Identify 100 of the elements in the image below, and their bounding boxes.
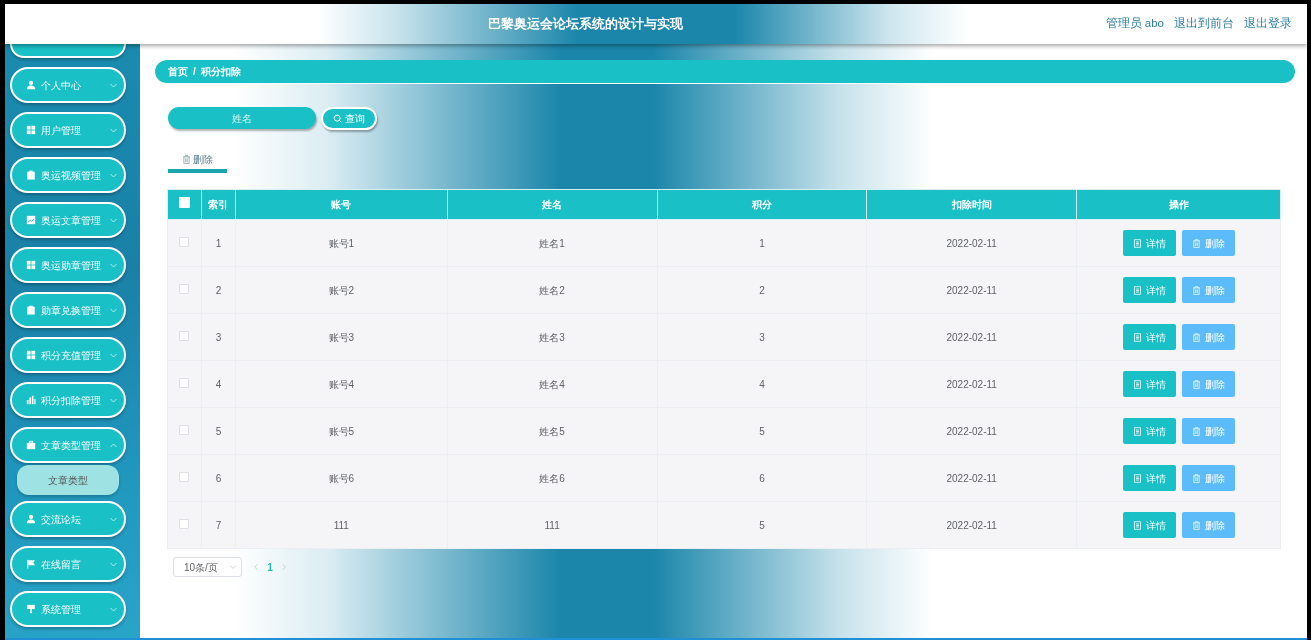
stamp-icon [26,604,36,614]
menu-item[interactable]: 交流论坛 [10,501,126,537]
row-checkbox[interactable] [179,283,190,294]
user-name: 管理员 abo [1105,16,1164,32]
table-cell: 111 [447,501,657,549]
submenu-item[interactable]: 文章类型 [17,465,119,495]
details-button[interactable]: 详情 [1122,465,1176,491]
delete-button[interactable]: 删除 [1181,277,1235,303]
menu-item[interactable]: 积分扣除管理 [10,382,126,418]
document-icon [1132,332,1142,342]
search-button[interactable]: 查询 [321,107,377,130]
row-checkbox[interactable] [179,236,190,247]
menu-item[interactable]: 在线留言 [10,546,126,582]
menu-item[interactable]: 奥运勋章管理 [10,247,126,283]
clipboard-icon [26,170,36,180]
document-icon [1132,238,1142,248]
table-cell: 4 [657,360,867,408]
chevron-left-icon [252,563,260,571]
grid-icon [26,125,36,135]
column-header: 姓名 [447,189,657,220]
table-cell: 账号5 [235,407,448,455]
table-cell: 1 [657,219,867,267]
table-cell: 姓名3 [447,313,657,361]
trash-icon [1191,285,1201,295]
details-button[interactable]: 详情 [1122,324,1176,350]
details-button[interactable]: 详情 [1122,418,1176,444]
menu-item[interactable] [10,44,126,58]
menu-item[interactable]: 勋章兑换管理 [10,292,126,328]
breadcrumb-separator: / [193,65,196,79]
trash-icon [1191,332,1201,342]
trash-icon [1191,473,1201,483]
select-all-checkbox[interactable] [179,197,190,208]
header-link[interactable]: 退出登录 [1244,15,1292,33]
table-cell: 5 [657,501,867,549]
menu-item[interactable]: 积分充值管理 [10,337,126,373]
breadcrumb-item[interactable]: 首页 [168,64,188,79]
menu-item[interactable]: 用户管理 [10,112,126,148]
caret-icon [229,563,237,571]
column-header: 账号 [235,189,448,220]
trash-icon [181,154,191,164]
table-cell: 1 [201,219,236,267]
details-button[interactable]: 详情 [1122,512,1176,538]
delete-button[interactable]: 删除 [1181,465,1235,491]
details-button[interactable]: 详情 [1122,371,1176,397]
clipboard-icon [26,305,36,315]
table-cell: 账号1 [235,219,448,267]
table-cell: 姓名5 [447,407,657,455]
row-checkbox[interactable] [179,518,190,529]
document-icon [1132,285,1142,295]
trash-icon [1191,379,1201,389]
breadcrumb-item: 积分扣除 [200,65,241,79]
delete-button[interactable]: 删除 [1181,230,1235,256]
delete-button[interactable]: 删除 [1181,418,1235,444]
menu-item[interactable]: 奥运文章管理 [10,202,126,238]
search-field[interactable]: 姓名 [168,107,316,129]
tab[interactable]: 删除 [168,149,227,173]
table-cell: 2022-02-11 [866,407,1077,455]
table-cell: 5 [657,407,867,455]
trash-icon [1191,238,1201,248]
table-cell: 账号2 [235,266,448,314]
table-cell: 姓名6 [447,454,657,502]
column-header: 操作 [1076,189,1281,220]
table-cell: 账号4 [235,360,448,408]
table-cell: 7 [201,501,236,549]
bar-chart-icon [26,395,36,405]
details-button[interactable]: 详情 [1122,230,1176,256]
menu-item[interactable]: 奥运视频管理 [10,157,126,193]
document-icon [1132,379,1142,389]
table-cell: 2022-02-11 [866,219,1077,267]
table-cell: 111 [235,501,448,549]
trash-icon [1191,426,1201,436]
table-cell: 2022-02-11 [866,501,1077,549]
table-cell: 姓名4 [447,360,657,408]
menu-item[interactable]: 文章类型管理 [10,427,126,463]
table-cell: 2022-02-11 [866,454,1077,502]
app-title: 巴黎奥运会论坛系统的设计与实现 [487,16,683,32]
table-cell: 账号6 [235,454,448,502]
page-number[interactable]: 1 [260,559,280,575]
document-icon [1132,520,1142,530]
column-header: 索引 [201,189,236,220]
row-checkbox[interactable] [179,424,190,435]
delete-button[interactable]: 删除 [1181,512,1235,538]
delete-button[interactable]: 删除 [1181,324,1235,350]
row-checkbox[interactable] [179,330,190,341]
row-checkbox[interactable] [179,471,190,482]
page-size-select[interactable]: 10条/页 [173,557,242,577]
details-button[interactable]: 详情 [1122,277,1176,303]
delete-button[interactable]: 删除 [1181,371,1235,397]
menu-item[interactable]: 系统管理 [10,591,126,627]
menu-item[interactable]: 个人中心 [10,67,126,103]
grid-icon [26,350,36,360]
grid-icon [26,260,36,270]
column-header: 扣除时间 [866,189,1077,220]
table-cell: 6 [201,454,236,502]
chart-icon [26,215,36,225]
table-cell: 2022-02-11 [866,266,1077,314]
table-cell: 3 [201,313,236,361]
row-checkbox[interactable] [179,377,190,388]
person-icon [26,514,36,524]
header-link[interactable]: 退出到前台 [1174,15,1234,33]
